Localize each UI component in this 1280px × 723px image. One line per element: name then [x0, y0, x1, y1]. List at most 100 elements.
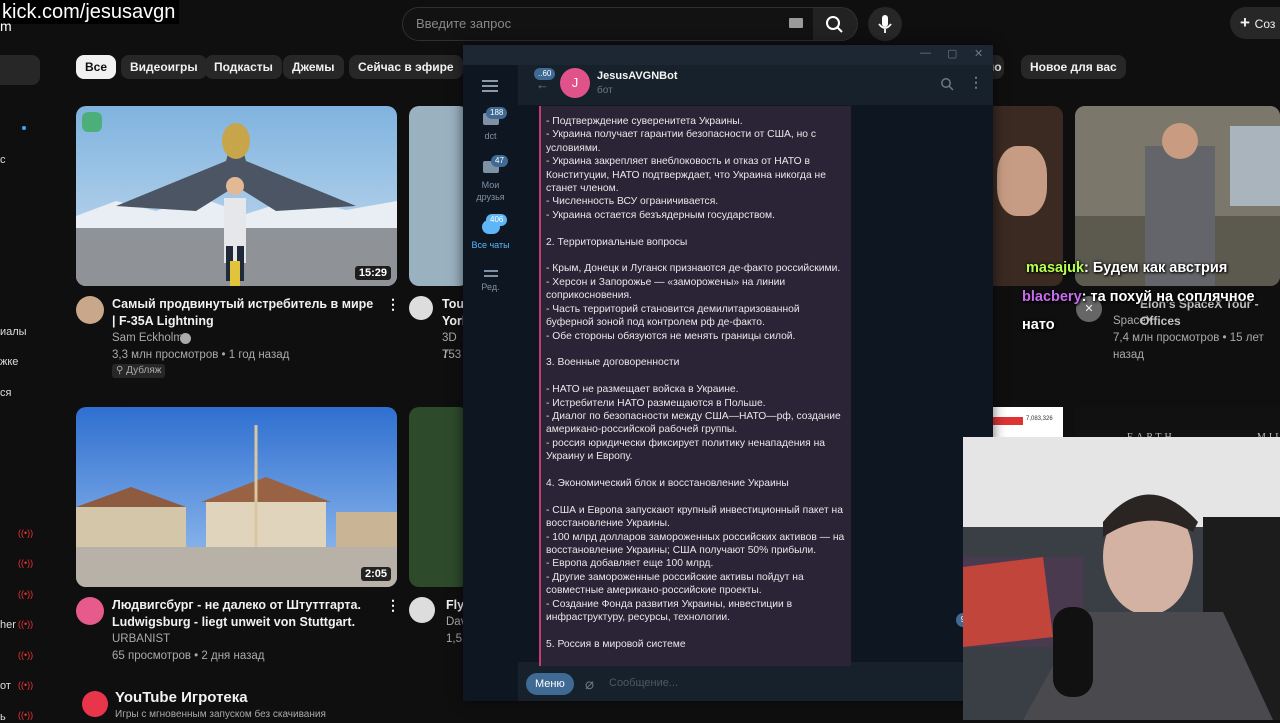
- edit-folders-icon: [483, 270, 498, 277]
- message-line: - Другие замороженные российские активы …: [546, 571, 807, 597]
- webcam-feed: [963, 437, 1280, 720]
- more-options-icon[interactable]: ⋮: [969, 74, 983, 91]
- sidebar-item-fragment[interactable]: ь: [0, 711, 6, 723]
- folder-badge: 406: [486, 214, 508, 226]
- chip-new-for-you[interactable]: Новое для вас: [1021, 55, 1126, 79]
- sidebar-item-fragment[interactable]: her: [0, 619, 16, 631]
- webcam-image: [963, 437, 1280, 720]
- video-duration: 2:05: [360, 567, 391, 581]
- video-thumbnail-partial[interactable]: [409, 407, 469, 587]
- more-options-icon[interactable]: ⋮: [386, 296, 400, 313]
- minimize-icon[interactable]: —: [920, 47, 931, 59]
- thumbnail-image: [76, 407, 397, 587]
- sidebar-item-fragment[interactable]: от: [0, 680, 11, 692]
- channel-name[interactable]: Dav: [446, 614, 464, 631]
- thumbnail-image: [76, 106, 397, 286]
- message-line: 3. Военные договоренности: [546, 357, 680, 369]
- close-window-icon[interactable]: ✕: [974, 47, 983, 60]
- sidebar-active-item[interactable]: [0, 55, 40, 85]
- video-meta: 753: [442, 349, 462, 361]
- chip-podcasts[interactable]: Подкасты: [205, 55, 282, 79]
- message-line: - Диалог по безопасности между США—НАТО—…: [546, 410, 844, 436]
- shield-icon: [82, 112, 102, 132]
- video-thumbnail-f35[interactable]: 15:29: [76, 106, 397, 286]
- message-line: - Украина получает гарантии безопасности…: [546, 129, 819, 154]
- search-icon: [826, 16, 843, 33]
- live-icon: ((•)): [18, 528, 34, 538]
- hamburger-menu-icon[interactable]: [482, 77, 498, 95]
- window-titlebar[interactable]: — ▢ ✕: [463, 45, 993, 65]
- shelf-title[interactable]: YouTube Игротека: [115, 689, 248, 706]
- maximize-icon[interactable]: ▢: [947, 47, 957, 60]
- video-thumbnail-partial[interactable]: 7,083,326: [993, 407, 1063, 437]
- message-line: [546, 624, 846, 637]
- search-icon[interactable]: [940, 77, 954, 91]
- sidebar-item-fragment[interactable]: иалы: [0, 326, 27, 338]
- more-options-icon[interactable]: ⋮: [386, 597, 400, 614]
- live-icon: ((•)): [18, 650, 34, 660]
- channel-name[interactable]: URBANIST: [112, 631, 170, 648]
- video-title[interactable]: Самый продвинутый истребитель в мире | F…: [112, 296, 377, 330]
- channel-avatar[interactable]: [409, 597, 435, 623]
- dub-badge: ⚲ Дубляж: [112, 364, 166, 378]
- sidebar-item-fragment[interactable]: жке: [0, 356, 18, 368]
- message-line: [546, 343, 846, 356]
- message-line: - Херсон и Запорожье — «заморожены» на л…: [546, 276, 789, 302]
- message-line: - Украина закрепляет внеблоковость и отк…: [546, 156, 829, 195]
- search-box[interactable]: Введите запрос: [402, 7, 814, 41]
- live-icon: ((•)): [18, 680, 34, 690]
- folder-friends[interactable]: Мои друзья 47: [463, 155, 518, 203]
- video-meta: 1,5: [446, 633, 462, 645]
- message-line: [546, 222, 846, 235]
- telegram-window: — ▢ ✕ dct 188 Мои друзья 47 Все чаты 406…: [463, 45, 1002, 701]
- channel-avatar[interactable]: [76, 296, 104, 324]
- chat-user: blacbery: [1022, 289, 1082, 305]
- chip-all[interactable]: Все: [76, 55, 117, 79]
- chat-text: : Будем как австрия: [1084, 260, 1228, 276]
- voice-search-button[interactable]: [868, 7, 902, 41]
- message-line: - Численность ВСУ ограничивается.: [546, 196, 719, 208]
- message-line: 4. Экономический блок и восстановление У…: [546, 477, 789, 489]
- chip-live[interactable]: Сейчас в эфире: [349, 55, 463, 79]
- message-line: 2. Территориальные вопросы: [546, 236, 688, 248]
- kick-watermark-sub: m: [0, 18, 12, 34]
- message-line: [546, 249, 846, 262]
- plus-icon: +: [1240, 13, 1255, 32]
- dub-label: Дубляж: [126, 365, 162, 376]
- video-title[interactable]: Tou York: [442, 296, 464, 330]
- channel-avatar[interactable]: [76, 597, 104, 625]
- sidebar-item-fragment[interactable]: ся: [0, 387, 11, 399]
- shelf-subtitle: Игры с мгновенным запуском без скачивани…: [115, 709, 326, 720]
- chat-message: masajuk: Будем как австрия: [1026, 254, 1227, 282]
- video-thumbnail-ludwigsburg[interactable]: 2:05: [76, 407, 397, 587]
- thumbnail-face: [997, 146, 1047, 216]
- message-input[interactable]: Сообщение...: [609, 677, 678, 689]
- channel-name[interactable]: Sam Eckholm: [112, 330, 183, 347]
- folder-label: dct: [484, 131, 497, 141]
- chip-videogames[interactable]: Видеоигры: [121, 55, 207, 79]
- folder-dct[interactable]: dct 188: [463, 107, 518, 141]
- bot-avatar[interactable]: J: [560, 68, 590, 98]
- sidebar-item-fragment[interactable]: с: [0, 154, 6, 166]
- message-line: 5. Россия в мировой системе: [546, 638, 686, 650]
- keyboard-icon[interactable]: [789, 18, 803, 28]
- chip-jams[interactable]: Джемы: [283, 55, 344, 79]
- message-line: - россия юридически фиксирует политику н…: [546, 437, 828, 463]
- message-line: - Крым, Донецк и Луганск признаются де-ф…: [546, 263, 841, 275]
- video-thumbnail-earth[interactable]: EARTH MIL: [1075, 407, 1280, 443]
- live-icon: ((•)): [18, 619, 34, 629]
- folder-all-chats[interactable]: Все чаты 406: [463, 214, 518, 250]
- playables-icon: [82, 691, 108, 717]
- video-meta: 65 просмотров • 2 дня назад: [112, 650, 265, 662]
- attach-icon[interactable]: ⌀: [585, 675, 594, 693]
- video-thumbnail-partial[interactable]: [409, 106, 469, 286]
- folder-sidebar: dct 188 Мои друзья 47 Все чаты 406 Ред.: [463, 65, 518, 701]
- live-icon: ((•)): [18, 710, 34, 720]
- create-button[interactable]: + Соз: [1230, 7, 1280, 39]
- video-title[interactable]: Людвигсбург - не далеко от Штуттгарта. L…: [112, 597, 377, 631]
- folder-edit[interactable]: Ред.: [463, 267, 518, 292]
- chat-title[interactable]: JesusAVGNBot: [597, 70, 677, 82]
- search-button[interactable]: [813, 7, 858, 41]
- channel-avatar[interactable]: [409, 296, 433, 320]
- bot-menu-button[interactable]: Меню: [526, 673, 574, 695]
